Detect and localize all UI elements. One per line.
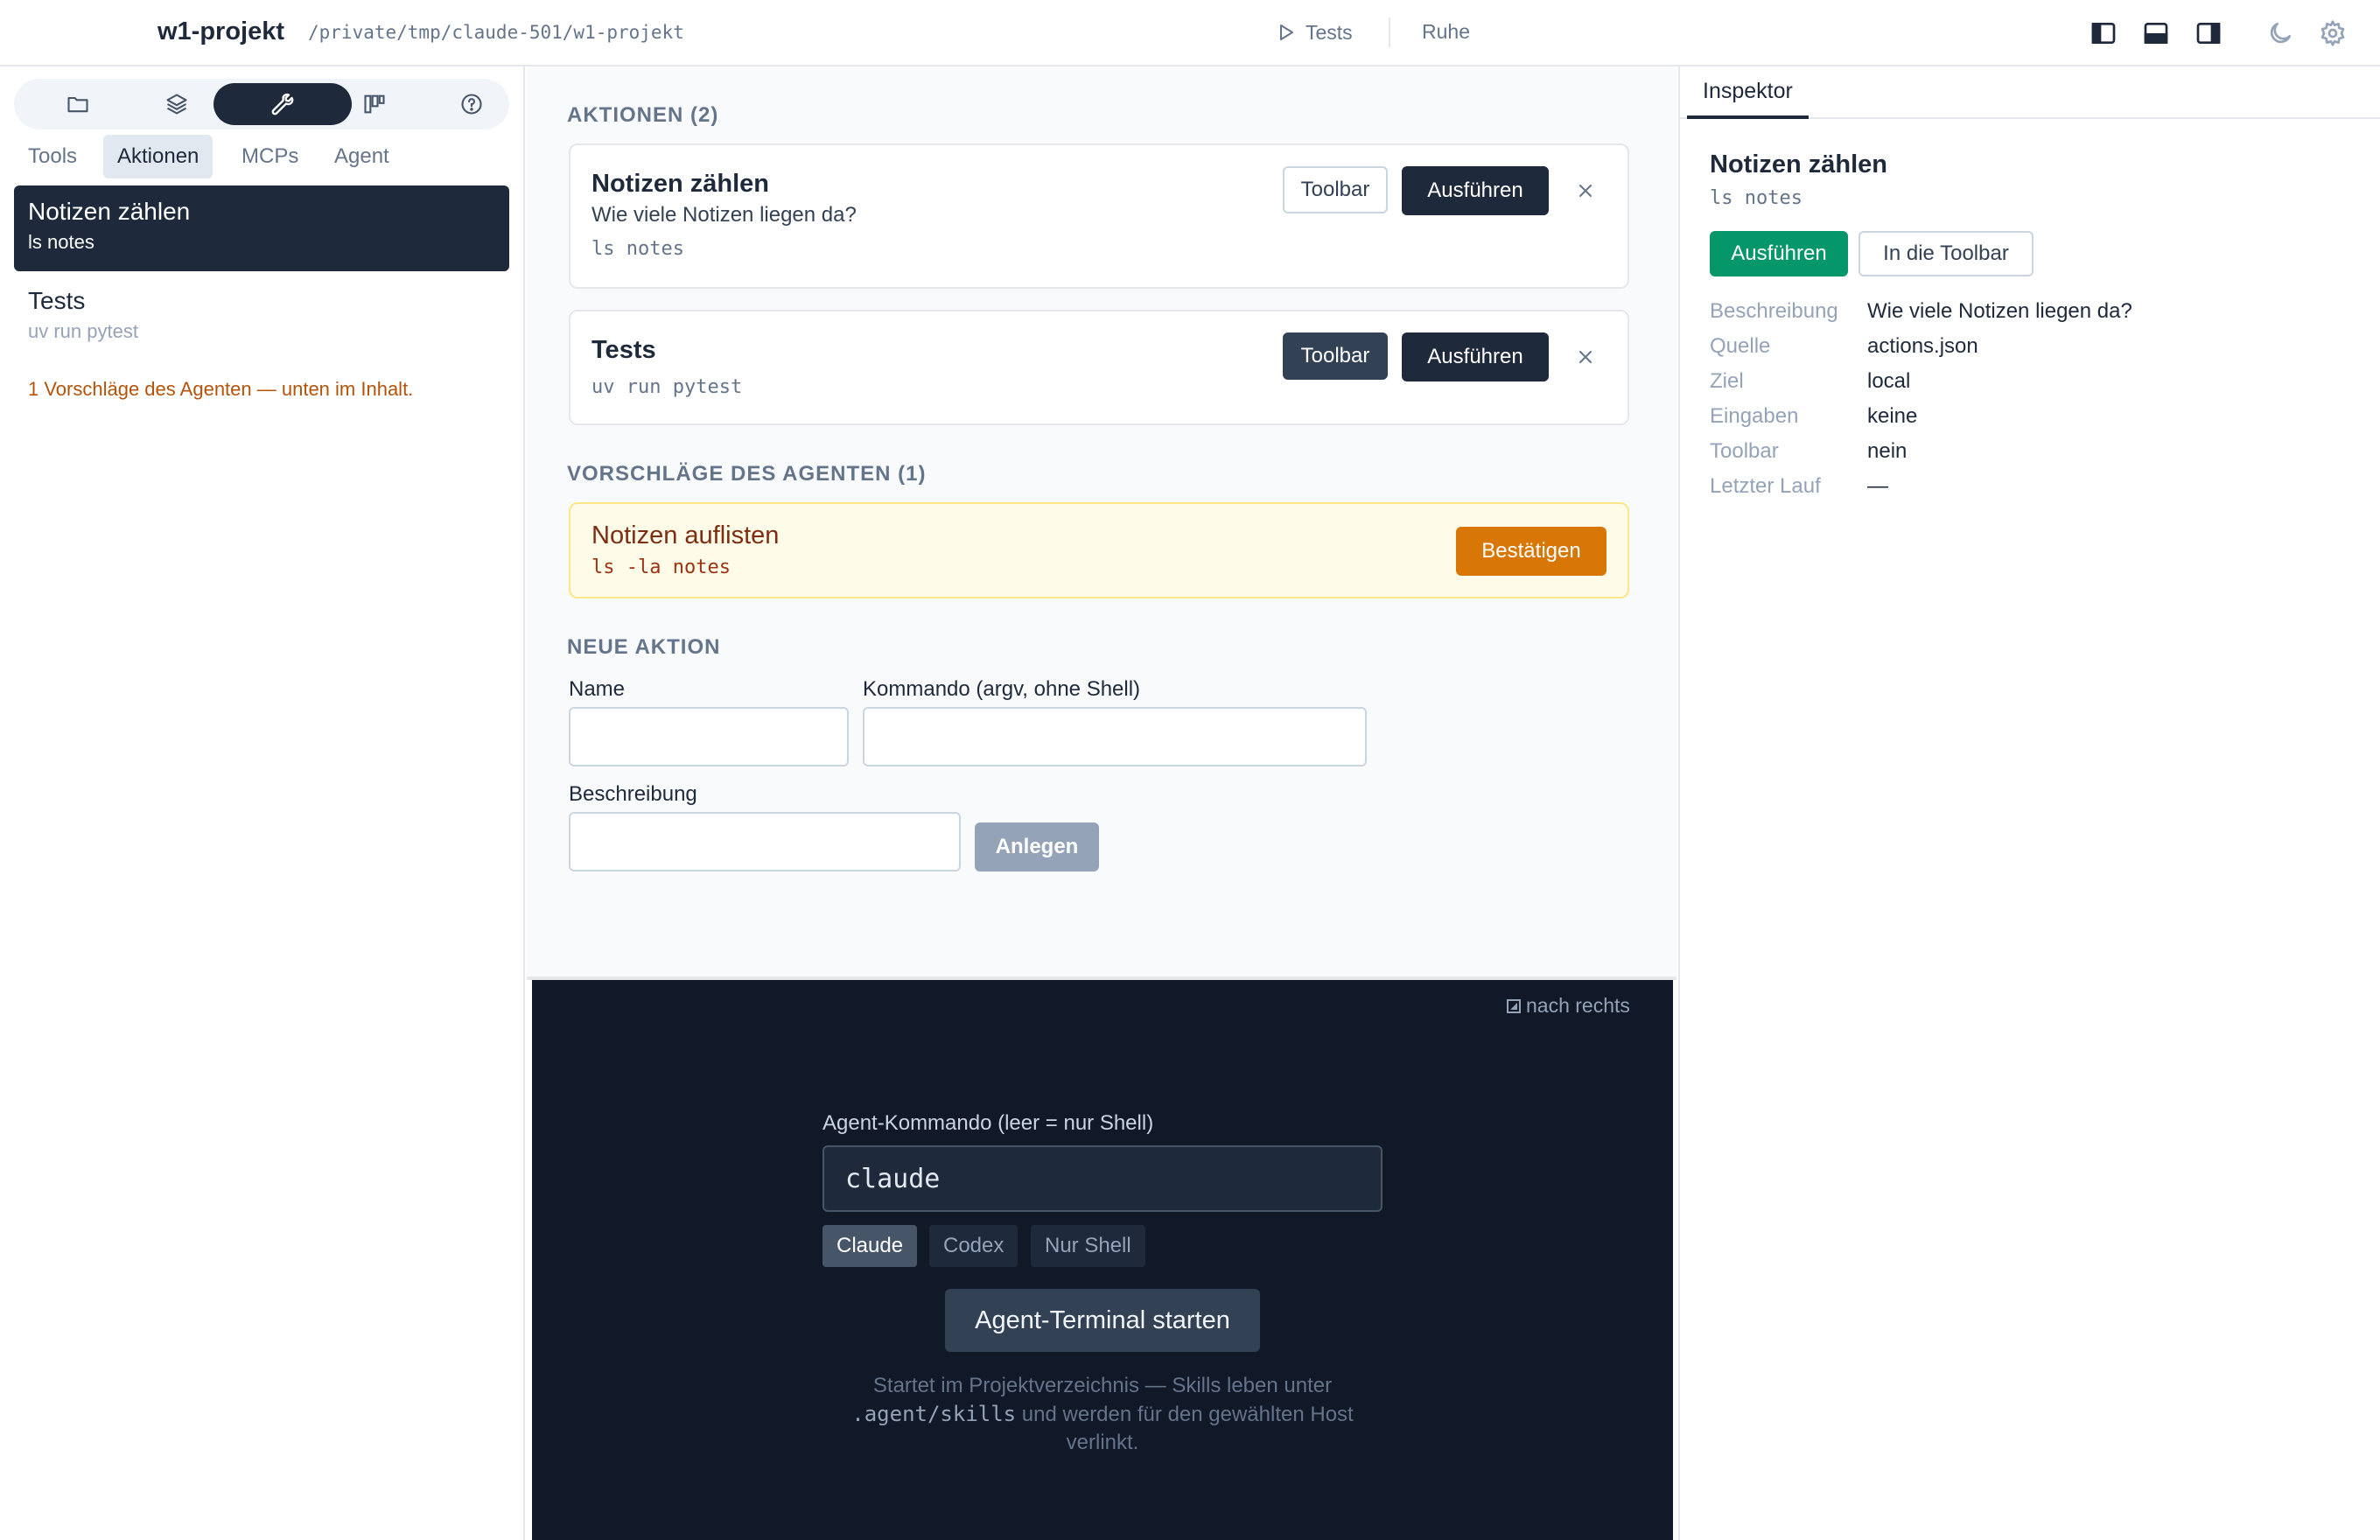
layout-left-icon[interactable] xyxy=(2088,18,2119,49)
field-value: local xyxy=(1867,369,1911,393)
project-path: /private/tmp/claude-501/w1-projekt xyxy=(308,22,684,43)
play-icon xyxy=(1280,24,1293,40)
close-icon[interactable] xyxy=(1570,175,1601,206)
kanban-icon[interactable] xyxy=(326,83,423,125)
sidebar-item-cmd: uv run pytest xyxy=(28,320,138,342)
tab-inspektor[interactable]: Inspektor xyxy=(1687,66,1809,119)
inspector-title: Notizen zählen xyxy=(1710,150,1888,178)
layout-bottom-icon[interactable] xyxy=(2140,18,2172,49)
close-icon[interactable] xyxy=(1570,341,1601,373)
preset-claude-button[interactable]: Claude xyxy=(822,1225,918,1267)
toolbar-toggle-button[interactable]: Toolbar xyxy=(1283,166,1388,214)
inspector-cmd: ls notes xyxy=(1710,187,1802,209)
sidebar-item-cmd: ls notes xyxy=(28,231,94,253)
action-card: Tests uv run pytest Toolbar Ausführen xyxy=(569,310,1629,425)
actions-heading: AKTIONEN (2) xyxy=(567,103,719,127)
folder-icon[interactable] xyxy=(30,83,126,125)
run-button[interactable]: Ausführen xyxy=(1402,166,1549,215)
action-description: Wie viele Notizen liegen da? xyxy=(592,203,857,227)
command-label: Kommando (argv, ohne Shell) xyxy=(863,677,1141,701)
dock-label: nach rechts xyxy=(1526,994,1630,1017)
layout-right-icon[interactable] xyxy=(2193,18,2224,49)
suggestions-heading: VORSCHLÄGE DES AGENTEN (1) xyxy=(567,462,927,486)
name-label: Name xyxy=(569,677,626,701)
status-text: Ruhe xyxy=(1422,20,1470,43)
tab-mcps[interactable]: MCPs xyxy=(228,135,312,178)
agent-suggestion-note[interactable]: 1 Vorschläge des Agenten — unten im Inha… xyxy=(28,378,413,401)
hint-text: und werden für den gewählten Host verlin… xyxy=(1021,1403,1354,1454)
action-cmd: ls notes xyxy=(592,238,684,260)
tab-tools[interactable]: Tools xyxy=(14,135,91,178)
mode-switcher xyxy=(14,79,509,130)
moon-icon[interactable] xyxy=(2264,18,2296,49)
agent-command-label: Agent-Kommando (leer = nur Shell) xyxy=(822,1111,1154,1135)
sidebar-item-title: Notizen zählen xyxy=(28,198,191,225)
field-key: Ziel xyxy=(1710,369,1744,393)
sidebar-item-title: Tests xyxy=(28,287,86,314)
sidebar: Tools Aktionen MCPs Agent Notizen zählen… xyxy=(0,66,525,1540)
create-button[interactable]: Anlegen xyxy=(975,822,1099,872)
layers-icon[interactable] xyxy=(129,83,225,125)
add-to-toolbar-button[interactable]: In die Toolbar xyxy=(1858,231,2034,276)
toolbar-toggle-button[interactable]: Toolbar xyxy=(1283,332,1388,380)
field-key: Letzter Lauf xyxy=(1710,474,1821,498)
action-title: Tests xyxy=(592,336,656,364)
action-title: Notizen zählen xyxy=(592,170,770,198)
suggestion-card: Notizen auflisten ls -la notes Bestätige… xyxy=(569,502,1629,598)
new-action-heading: NEUE AKTION xyxy=(567,635,721,659)
field-value: nein xyxy=(1867,439,1908,463)
inspector-run-button[interactable]: Ausführen xyxy=(1710,231,1848,276)
dock-right-button[interactable]: nach rechts xyxy=(1507,994,1630,1018)
confirm-button[interactable]: Bestätigen xyxy=(1456,527,1606,576)
preset-codex-button[interactable]: Codex xyxy=(929,1225,1018,1267)
field-value: — xyxy=(1867,474,1888,498)
suggestion-title: Notizen auflisten xyxy=(592,522,780,550)
command-input[interactable] xyxy=(863,707,1367,766)
suggestion-cmd: ls -la notes xyxy=(592,556,731,578)
description-label: Beschreibung xyxy=(569,782,697,806)
action-card: Notizen zählen Wie viele Notizen liegen … xyxy=(569,144,1629,289)
help-icon[interactable] xyxy=(424,83,520,125)
hint-text: Startet im Projektverzeichnis — Skills l… xyxy=(872,1374,1333,1397)
inspector-panel xyxy=(1678,66,2380,1540)
run-button[interactable]: Ausführen xyxy=(1402,332,1549,382)
start-agent-terminal-button[interactable]: Agent-Terminal starten xyxy=(945,1289,1260,1352)
top-bar: w1-projekt /private/tmp/claude-501/w1-pr… xyxy=(0,0,2380,66)
run-tests-button[interactable]: Tests xyxy=(1276,18,1353,47)
field-key: Eingaben xyxy=(1710,404,1799,428)
field-key: Toolbar xyxy=(1710,439,1779,463)
sidebar-item-tests[interactable]: Tests uv run pytest xyxy=(14,275,509,360)
agent-command-input[interactable]: claude xyxy=(822,1145,1382,1212)
gear-icon[interactable] xyxy=(2317,18,2348,49)
project-title: w1-projekt xyxy=(158,18,285,46)
tab-aktionen[interactable]: Aktionen xyxy=(103,135,214,178)
terminal-hint: Startet im Projektverzeichnis — Skills l… xyxy=(822,1372,1382,1457)
dock-icon xyxy=(1507,998,1521,1013)
field-key: Beschreibung xyxy=(1710,299,1838,323)
field-value: keine xyxy=(1867,404,1918,428)
preset-shell-button[interactable]: Nur Shell xyxy=(1031,1225,1145,1267)
run-tests-label: Tests xyxy=(1306,20,1353,44)
field-value: Wie viele Notizen liegen da? xyxy=(1867,299,2132,323)
action-cmd: uv run pytest xyxy=(592,376,743,398)
description-input[interactable] xyxy=(569,812,961,872)
tab-agent[interactable]: Agent xyxy=(320,135,403,178)
hint-code: .agent/skills xyxy=(851,1402,1017,1426)
field-value: actions.json xyxy=(1867,334,1978,358)
name-input[interactable] xyxy=(569,707,849,766)
field-key: Quelle xyxy=(1710,334,1771,358)
sidebar-item-notizen-zaehlen[interactable]: Notizen zählen ls notes xyxy=(14,186,509,271)
divider xyxy=(1389,18,1390,47)
